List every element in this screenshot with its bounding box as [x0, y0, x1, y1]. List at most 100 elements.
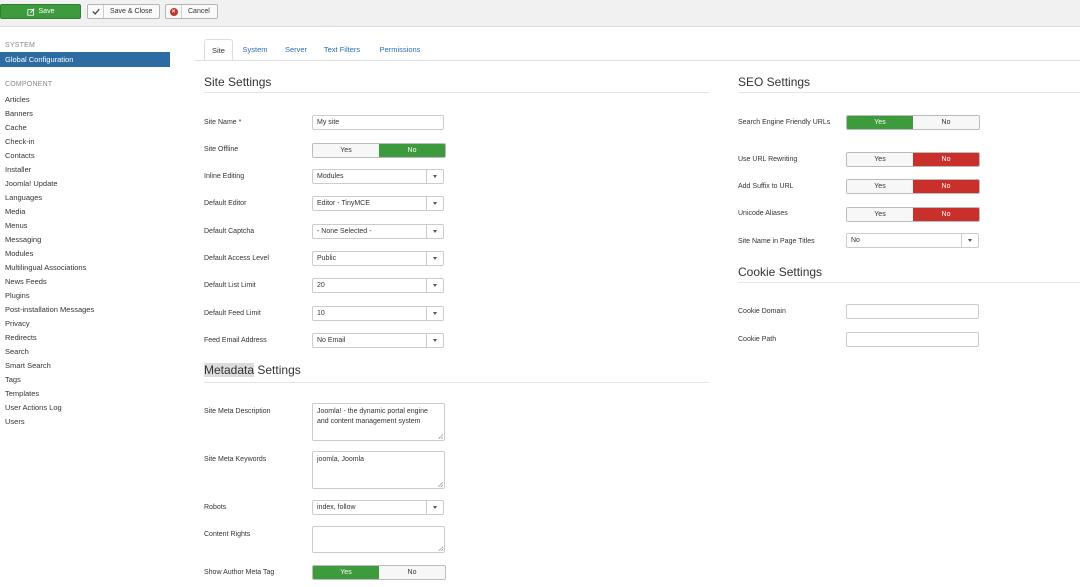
sidebar-item-articles[interactable]: Articles: [5, 95, 30, 104]
sidebar-item-tags[interactable]: Tags: [5, 375, 21, 384]
default-editor-label: Default Editor: [204, 200, 247, 207]
sidebar-item-languages[interactable]: Languages: [5, 193, 42, 202]
sidebar-item-privacy[interactable]: Privacy: [5, 319, 30, 328]
seo-settings-title: SEO Settings: [738, 75, 811, 89]
cookie-path-input[interactable]: [846, 332, 979, 347]
show-author-label: Show Author Meta Tag: [204, 569, 275, 576]
sidebar-item-media[interactable]: Media: [5, 207, 25, 216]
show-author-no[interactable]: No: [379, 566, 445, 579]
resize-handle-icon[interactable]: [438, 434, 443, 439]
robots-select[interactable]: index, follow: [312, 500, 444, 515]
tab-text-filters[interactable]: Text Filters: [321, 39, 363, 60]
url-suffix-label: Add Suffix to URL: [738, 183, 794, 190]
default-feed-value: 10: [317, 310, 325, 317]
tab-site[interactable]: Site: [204, 39, 233, 60]
show-author-yes[interactable]: Yes: [313, 566, 379, 579]
unicode-aliases-yes[interactable]: Yes: [847, 208, 913, 221]
feed-email-select[interactable]: No Email: [312, 333, 444, 348]
cookie-settings-title: Cookie Settings: [738, 265, 823, 279]
resize-handle-icon[interactable]: [438, 546, 443, 551]
sidebar-item-modules[interactable]: Modules: [5, 249, 33, 258]
sidebar-item-templates[interactable]: Templates: [5, 389, 39, 398]
page-titles-select[interactable]: No: [846, 233, 979, 248]
default-list-label: Default List Limit: [204, 282, 256, 289]
default-captcha-select[interactable]: - None Selected -: [312, 224, 444, 239]
url-rewriting-yes[interactable]: Yes: [847, 153, 913, 166]
sidebar-system-heading: SYSTEM: [5, 42, 35, 49]
chevron-down-icon: [961, 234, 978, 247]
save-close-button[interactable]: Save & Close: [87, 4, 160, 19]
site-name-input[interactable]: My site: [312, 115, 444, 130]
sidebar-item-cache[interactable]: Cache: [5, 123, 27, 132]
sef-urls-no[interactable]: No: [913, 116, 979, 129]
sidebar-component-heading: COMPONENT: [5, 81, 53, 88]
default-feed-select[interactable]: 10: [312, 306, 444, 321]
url-suffix-no[interactable]: No: [913, 180, 979, 193]
sidebar-item-installer[interactable]: Installer: [5, 165, 31, 174]
sidebar-item-joomla-update[interactable]: Joomla! Update: [5, 179, 58, 188]
meta-keywords-value: joomla, Joomla: [317, 456, 365, 463]
metadata-title-rest: Settings: [254, 363, 301, 377]
metadata-settings-title: Metadata Settings: [204, 363, 301, 377]
default-access-select[interactable]: Public: [312, 251, 444, 266]
sidebar-item-messaging[interactable]: Messaging: [5, 235, 41, 244]
unicode-aliases-no[interactable]: No: [913, 208, 979, 221]
sidebar-item-users[interactable]: Users: [5, 417, 25, 426]
sidebar-item-redirects[interactable]: Redirects: [5, 333, 37, 342]
feed-email-label: Feed Email Address: [204, 337, 267, 344]
tab-server[interactable]: Server: [281, 39, 311, 60]
sidebar-item-post-installation-messages[interactable]: Post-installation Messages: [5, 305, 94, 314]
sidebar-item-user-actions-log[interactable]: User Actions Log: [5, 403, 62, 412]
cookie-domain-input[interactable]: [846, 304, 979, 319]
config-tabs: Site System Server Text Filters Permissi…: [195, 39, 1080, 61]
sidebar-item-plugins[interactable]: Plugins: [5, 291, 30, 300]
robots-label: Robots: [204, 504, 227, 511]
content-rights-label: Content Rights: [204, 531, 251, 538]
metadata-settings-divider: [204, 382, 709, 383]
sidebar-item-news-feeds[interactable]: News Feeds: [5, 277, 47, 286]
inline-editing-value: Modules: [317, 173, 344, 180]
site-offline-label: Site Offline: [204, 146, 239, 153]
sidebar-item-global-configuration[interactable]: Global Configuration: [0, 52, 170, 67]
site-offline-no[interactable]: No: [379, 144, 445, 157]
sef-urls-toggle: Yes No: [846, 115, 980, 130]
content-rights-textarea[interactable]: [312, 526, 445, 553]
sidebar-item-search[interactable]: Search: [5, 347, 29, 356]
feed-email-value: No Email: [317, 337, 346, 344]
default-list-value: 20: [317, 282, 325, 289]
default-editor-select[interactable]: Editor - TinyMCE: [312, 196, 444, 211]
default-access-value: Public: [317, 255, 337, 262]
sidebar-item-multilingual-associations[interactable]: Multilingual Associations: [5, 263, 86, 272]
sidebar-item-contacts[interactable]: Contacts: [5, 151, 35, 160]
site-offline-yes[interactable]: Yes: [313, 144, 379, 157]
sef-urls-label: Search Engine Friendly URLs: [738, 119, 831, 126]
default-editor-value: Editor - TinyMCE: [317, 200, 370, 207]
url-suffix-toggle: Yes No: [846, 179, 980, 194]
chevron-down-icon: [426, 501, 443, 514]
tab-permissions[interactable]: Permissions: [376, 39, 424, 60]
url-rewriting-no[interactable]: No: [913, 153, 979, 166]
sidebar-item-banners[interactable]: Banners: [5, 109, 33, 118]
tab-system[interactable]: System: [237, 39, 273, 60]
chevron-down-icon: [426, 334, 443, 347]
unicode-aliases-toggle: Yes No: [846, 207, 980, 222]
cancel-button[interactable]: × Cancel: [165, 4, 218, 19]
url-suffix-yes[interactable]: Yes: [847, 180, 913, 193]
inline-editing-select[interactable]: Modules: [312, 169, 444, 184]
meta-description-value: Joomla! - the dynamic portal engine and …: [317, 408, 428, 425]
show-author-toggle: Yes No: [312, 565, 446, 580]
default-list-select[interactable]: 20: [312, 278, 444, 293]
url-rewriting-toggle: Yes No: [846, 152, 980, 167]
sef-urls-yes[interactable]: Yes: [847, 116, 913, 129]
meta-keywords-label: Site Meta Keywords: [204, 456, 267, 463]
cancel-icon: ×: [166, 5, 182, 18]
meta-keywords-textarea[interactable]: joomla, Joomla: [312, 451, 445, 489]
meta-description-textarea[interactable]: Joomla! - the dynamic portal engine and …: [312, 403, 445, 441]
resize-handle-icon[interactable]: [438, 482, 443, 487]
sidebar-item-smart-search[interactable]: Smart Search: [5, 361, 51, 370]
default-feed-label: Default Feed Limit: [204, 310, 261, 317]
sidebar-item-check-in[interactable]: Check-in: [5, 137, 35, 146]
sidebar-item-menus[interactable]: Menus: [5, 221, 28, 230]
save-button[interactable]: Save: [0, 4, 81, 19]
edit-icon: [26, 5, 35, 18]
